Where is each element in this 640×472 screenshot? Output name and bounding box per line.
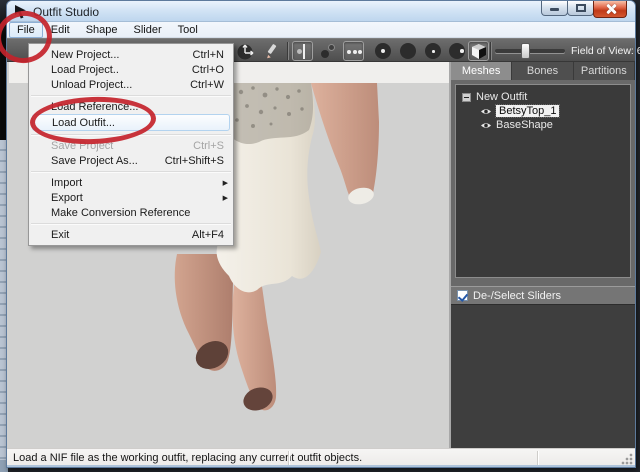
- cube-view-icon[interactable]: [468, 41, 489, 61]
- maximize-button[interactable]: [567, 1, 594, 16]
- menubar-item-tool[interactable]: Tool: [170, 22, 206, 38]
- transform-gizmo-icon[interactable]: [236, 41, 257, 61]
- pencil-icon[interactable]: [262, 41, 283, 61]
- tree-item-label: BaseShape: [496, 119, 553, 131]
- meshes-tree: New Outfit BetsyTop_1 BaseShape: [455, 84, 631, 278]
- tab-meshes[interactable]: Meshes: [451, 62, 512, 80]
- smooth-brush-icon[interactable]: [423, 41, 444, 61]
- eye-visible-icon[interactable]: [480, 107, 492, 116]
- file-menu-popup: New Project... Ctrl+N Load Project.. Ctr…: [28, 43, 234, 246]
- window-bottom-border: [7, 465, 635, 467]
- submenu-arrow-icon: ▶: [223, 179, 228, 187]
- menu-separator: [31, 171, 231, 172]
- menu-item-label: Import: [51, 177, 224, 189]
- tree-item-baseshape[interactable]: BaseShape: [456, 118, 630, 132]
- menu-item-shortcut: Alt+F4: [192, 229, 224, 241]
- tree-root-label: New Outfit: [476, 91, 527, 103]
- menu-separator: [31, 95, 231, 96]
- menu-item-shortcut: Ctrl+O: [192, 64, 224, 76]
- menu-item-shortcut: Ctrl+Shift+S: [165, 155, 224, 167]
- menu-item-new-project[interactable]: New Project... Ctrl+N: [29, 47, 233, 62]
- menu-item-shortcut: Ctrl+N: [193, 49, 224, 61]
- menu-item-shortcut: Ctrl+W: [190, 79, 224, 91]
- screen: Outfit Studio File Edit Shape Slider Too…: [0, 0, 640, 472]
- tab-bones[interactable]: Bones: [512, 62, 573, 80]
- minimize-button[interactable]: [541, 1, 568, 16]
- sliders-header: De-/Select Sliders: [451, 286, 635, 304]
- titlebar[interactable]: Outfit Studio: [7, 1, 635, 22]
- status-divider: [288, 451, 289, 466]
- field-of-view-slider-thumb[interactable]: [521, 43, 530, 59]
- menubar-item-shape[interactable]: Shape: [78, 22, 126, 38]
- menubar-item-slider[interactable]: Slider: [126, 22, 170, 38]
- menu-item-label: Save Project As...: [51, 155, 165, 167]
- toolbar-separator-2: [490, 42, 491, 60]
- connected-dots-icon[interactable]: [343, 41, 364, 61]
- minimize-icon: [550, 8, 559, 11]
- outfit-studio-window: Outfit Studio File Edit Shape Slider Too…: [6, 0, 636, 468]
- sliders-list-area[interactable]: [451, 304, 635, 448]
- tree-root-new-outfit[interactable]: New Outfit: [456, 90, 630, 104]
- menu-item-import[interactable]: Import ▶: [29, 175, 233, 190]
- inflate-brush-icon[interactable]: [373, 41, 394, 61]
- eye-visible-icon[interactable]: [480, 121, 492, 130]
- menu-item-load-project[interactable]: Load Project.. Ctrl+O: [29, 62, 233, 77]
- menu-item-shortcut: Ctrl+S: [193, 140, 224, 152]
- vertex-pair-icon[interactable]: [318, 41, 339, 61]
- right-panel: Meshes Bones Partitions New Outfit Betsy…: [449, 62, 635, 448]
- menu-item-label: Make Conversion Reference: [51, 207, 224, 219]
- menu-item-export[interactable]: Export ▶: [29, 190, 233, 205]
- tree-item-label: BetsyTop_1: [496, 105, 559, 117]
- panel-tabs: Meshes Bones Partitions: [451, 62, 635, 80]
- close-button[interactable]: [593, 1, 627, 18]
- menu-item-label: Exit: [51, 229, 192, 241]
- status-message: Load a NIF file as the working outfit, r…: [13, 452, 362, 464]
- menu-item-label: Load Project..: [51, 64, 192, 76]
- menu-separator: [31, 223, 231, 224]
- field-of-view-slider[interactable]: [495, 49, 565, 53]
- menu-item-unload-project[interactable]: Unload Project... Ctrl+W: [29, 77, 233, 92]
- field-of-view-label: Field of View: 65: [571, 45, 640, 57]
- sliders-header-label: De-/Select Sliders: [473, 290, 561, 302]
- mirror-toggle-icon[interactable]: [292, 41, 313, 61]
- move-brush-icon[interactable]: [447, 41, 468, 61]
- collapse-icon[interactable]: [462, 93, 471, 102]
- menu-item-label: New Project...: [51, 49, 193, 61]
- submenu-arrow-icon: ▶: [223, 194, 228, 202]
- menu-item-label: Export: [51, 192, 224, 204]
- maximize-icon: [576, 4, 586, 12]
- menu-item-label: Unload Project...: [51, 79, 190, 91]
- resize-grip-icon[interactable]: [621, 453, 633, 465]
- menubar: File Edit Shape Slider Tool: [7, 22, 635, 38]
- close-icon: [606, 4, 616, 14]
- menu-item-exit[interactable]: Exit Alt+F4: [29, 227, 233, 242]
- menu-item-make-conversion-reference[interactable]: Make Conversion Reference: [29, 205, 233, 220]
- status-divider: [537, 451, 538, 466]
- toolbar-separator: [287, 42, 288, 60]
- menu-item-save-project-as[interactable]: Save Project As... Ctrl+Shift+S: [29, 153, 233, 168]
- deflate-brush-icon[interactable]: [398, 41, 419, 61]
- select-sliders-checkbox[interactable]: [457, 290, 468, 301]
- tree-item-betsytop[interactable]: BetsyTop_1: [456, 104, 630, 118]
- tab-partitions[interactable]: Partitions: [574, 62, 635, 80]
- window-controls: [542, 1, 627, 18]
